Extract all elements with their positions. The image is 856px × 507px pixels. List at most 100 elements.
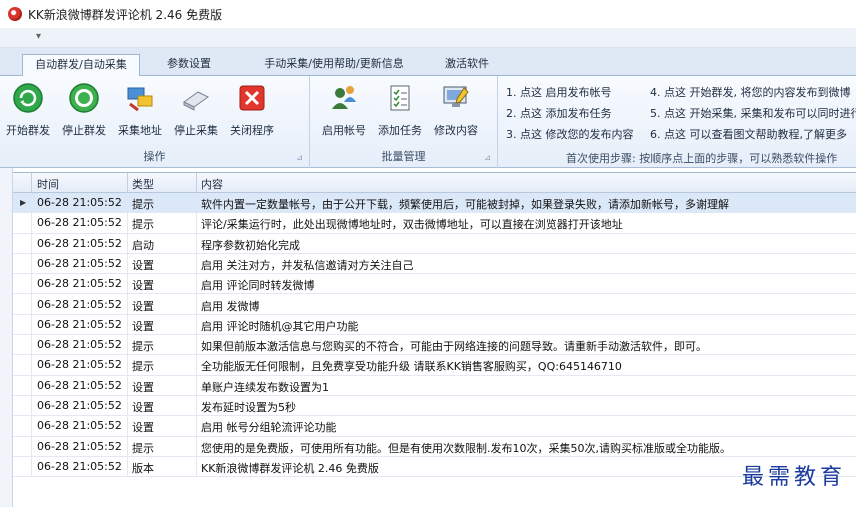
- cell-content: 启用 帐号分组轮流评论功能: [201, 421, 337, 435]
- watermark: 最需教育: [741, 465, 846, 490]
- cell-time: 06-28 21:05:52: [37, 196, 122, 209]
- close-program-label: 关闭程序: [230, 124, 274, 137]
- cell-content: 发布延时设置为5秒: [201, 401, 296, 414]
- group-launcher-icon[interactable]: ⊿: [484, 153, 491, 162]
- cell-type: 提示: [132, 218, 154, 232]
- table-row[interactable]: ▶ 06-28 21:05:52 提示 软件内置一定数量帐号，由于公开下载，频繁使用后…: [13, 193, 856, 214]
- cell-content: 启用 评论时随机@其它用户功能: [201, 319, 359, 333]
- cell-content: 软件内置一定数量帐号，由于公开下载，频繁使用后，可能被封掉，如果登录失败，请添加…: [201, 198, 729, 211]
- edit-content-button[interactable]: 修改内容: [428, 82, 484, 138]
- ribbon-tab-strip: 自动群发/自动采集 参数设置 手动采集/使用帮助/更新信息 激活软件: [0, 48, 856, 77]
- step-2-link[interactable]: 2. 点这 添加发布任务: [506, 105, 612, 121]
- eraser-icon: [183, 91, 209, 111]
- table-row[interactable]: 06-28 21:05:52 设置 启用 评论同时转发微博: [13, 274, 856, 295]
- table-row[interactable]: 06-28 21:05:52 设置 启用 关注对方，并发私信邀请对方关注自己: [13, 254, 856, 275]
- start-post-label: 开始群发: [6, 124, 50, 137]
- cell-type: 提示: [132, 198, 154, 211]
- checklist-icon: [390, 85, 410, 111]
- table-header: 时间 类型 内容: [13, 173, 856, 193]
- row-selected-indicator: ▶: [20, 198, 27, 207]
- cell-type: 设置: [132, 299, 154, 313]
- enable-accounts-button[interactable]: 启用帐号: [316, 82, 372, 138]
- tab-auto-post[interactable]: 自动群发/自动采集: [22, 54, 140, 77]
- cell-time: 06-28 21:05:52: [37, 256, 122, 270]
- collect-address-label: 采集地址: [118, 124, 162, 137]
- cell-content: 启用 发微博: [201, 299, 260, 313]
- cell-type: 启动: [132, 238, 154, 252]
- ribbon-panel: 开始群发 停止群发 采集地址 停止采集 关闭程序 操作 ⊿ 启用帐号 添加任务 …: [0, 76, 856, 168]
- table-row[interactable]: 06-28 21:05:52 提示 您使用的是免费版，可使用所有功能。但是有使用次数…: [13, 437, 856, 457]
- tab-settings[interactable]: 参数设置: [160, 54, 218, 76]
- cell-time: 06-28 21:05:52: [37, 419, 122, 433]
- cell-type: 设置: [132, 421, 154, 435]
- first-use-steps: 1. 点这 启用发布帐号 2. 点这 添加发布任务 3. 点这 修改您的发布内容…: [498, 76, 856, 168]
- group-label-operations: 操作: [143, 150, 166, 163]
- cell-content: 程序参数初始化完成: [201, 238, 300, 252]
- cell-type: 设置: [132, 258, 154, 272]
- stop-post-label: 停止群发: [62, 124, 106, 137]
- group-operations: 开始群发 停止群发 采集地址 停止采集 关闭程序 操作 ⊿: [0, 76, 310, 168]
- cell-time: 06-28 21:05:52: [37, 236, 122, 250]
- title-bar: KK新浪微博群发评论机 2.46 免费版: [0, 0, 856, 28]
- collect-icon: [127, 87, 153, 112]
- table-row[interactable]: 06-28 21:05:52 提示 如果但前版本激活信息与您购买的不符合，可能由于网…: [13, 335, 856, 356]
- app-icon: [8, 7, 22, 21]
- cell-content: 单账户连续发布数设置为1: [201, 380, 329, 394]
- cell-content: 如果但前版本激活信息与您购买的不符合，可能由于网络连接的问题导致。请重新手动激活…: [201, 340, 707, 354]
- cell-type: 设置: [132, 401, 154, 414]
- cell-type: 提示: [132, 340, 154, 354]
- table-row[interactable]: 06-28 21:05:52 提示 全功能版无任何限制，且免费享受功能升级 请联系K…: [13, 355, 856, 376]
- column-header-time[interactable]: 时间: [37, 176, 59, 192]
- users-icon: [332, 86, 356, 109]
- add-task-button[interactable]: 添加任务: [372, 82, 428, 138]
- tab-manual-help[interactable]: 手动采集/使用帮助/更新信息: [244, 54, 424, 76]
- group-launcher-icon[interactable]: ⊿: [296, 153, 303, 162]
- step-4-link[interactable]: 4. 点这 开始群发, 将您的内容发布到微博: [650, 84, 850, 100]
- customize-qat-dropdown[interactable]: ▾: [36, 31, 41, 42]
- cell-time: 06-28 21:05:52: [37, 378, 122, 392]
- cell-time: 06-28 21:05:52: [37, 338, 122, 352]
- stop-collect-button[interactable]: 停止采集: [168, 82, 224, 138]
- column-header-content[interactable]: 内容: [201, 176, 223, 192]
- add-task-label: 添加任务: [378, 124, 422, 137]
- enable-accounts-label: 启用帐号: [322, 124, 366, 137]
- monitor-edit-icon: [443, 86, 469, 107]
- cell-content: 您使用的是免费版，可使用所有功能。但是有使用次数限制.发布10次，采集50次,请…: [201, 441, 731, 455]
- table-row[interactable]: 06-28 21:05:52 设置 启用 帐号分组轮流评论功能: [13, 416, 856, 437]
- cell-time: 06-28 21:05:52: [37, 459, 122, 473]
- group-batch-management: 启用帐号 添加任务 修改内容 批量管理 ⊿: [310, 76, 498, 168]
- table-row[interactable]: 06-28 21:05:52 设置 单账户连续发布数设置为1: [13, 376, 856, 396]
- target-icon: [69, 83, 99, 113]
- cell-content: 评论/采集运行时，此处出现微博地址时，双击微博地址，可以直接在浏览器打开该地址: [201, 218, 623, 232]
- close-program-button[interactable]: 关闭程序: [224, 82, 280, 138]
- cell-time: 06-28 21:05:52: [37, 358, 122, 372]
- table-row[interactable]: 06-28 21:05:52 启动 程序参数初始化完成: [13, 234, 856, 254]
- cell-type: 版本: [132, 461, 154, 475]
- collect-address-button[interactable]: 采集地址: [112, 82, 168, 138]
- left-splitter: [0, 168, 13, 507]
- table-row[interactable]: 06-28 21:05:52 设置 发布延时设置为5秒: [13, 396, 856, 417]
- cell-content: 启用 关注对方，并发私信邀请对方关注自己: [201, 258, 414, 272]
- table-row[interactable]: 06-28 21:05:52 设置 启用 评论时随机@其它用户功能: [13, 315, 856, 336]
- step-6-link[interactable]: 6. 点这 可以查看图文帮助教程,了解更多: [650, 126, 847, 142]
- step-1-link[interactable]: 1. 点这 启用发布帐号: [506, 84, 612, 100]
- stop-collect-label: 停止采集: [174, 124, 218, 137]
- cell-content: 启用 评论同时转发微博: [201, 279, 315, 293]
- cell-content: KK新浪微博群发评论机 2.46 免费版: [201, 461, 379, 475]
- column-header-type[interactable]: 类型: [132, 176, 154, 192]
- tab-activate[interactable]: 激活软件: [432, 54, 502, 76]
- cell-time: 06-28 21:05:52: [37, 317, 122, 331]
- cell-type: 设置: [132, 279, 154, 293]
- stop-post-button[interactable]: 停止群发: [56, 82, 112, 138]
- start-post-button[interactable]: 开始群发: [0, 82, 56, 138]
- table-row[interactable]: 06-28 21:05:52 版本 KK新浪微博群发评论机 2.46 免费版: [13, 457, 856, 478]
- table-row[interactable]: 06-28 21:05:52 设置 启用 发微博: [13, 295, 856, 315]
- step-3-link[interactable]: 3. 点这 修改您的发布内容: [506, 126, 634, 142]
- cell-type: 提示: [132, 441, 154, 455]
- step-5-link[interactable]: 5. 点这 开始采集, 采集和发布可以同时进行: [650, 105, 856, 121]
- cell-time: 06-28 21:05:52: [37, 297, 122, 311]
- table-row[interactable]: 06-28 21:05:52 提示 评论/采集运行时，此处出现微博地址时，双击微博地…: [13, 213, 856, 234]
- cell-type: 设置: [132, 319, 154, 333]
- cell-type: 提示: [132, 360, 154, 374]
- log-table: 时间 类型 内容 ▶ 06-28 21:05:52 提示 软件内置一定数量帐号，由于公…: [13, 172, 856, 487]
